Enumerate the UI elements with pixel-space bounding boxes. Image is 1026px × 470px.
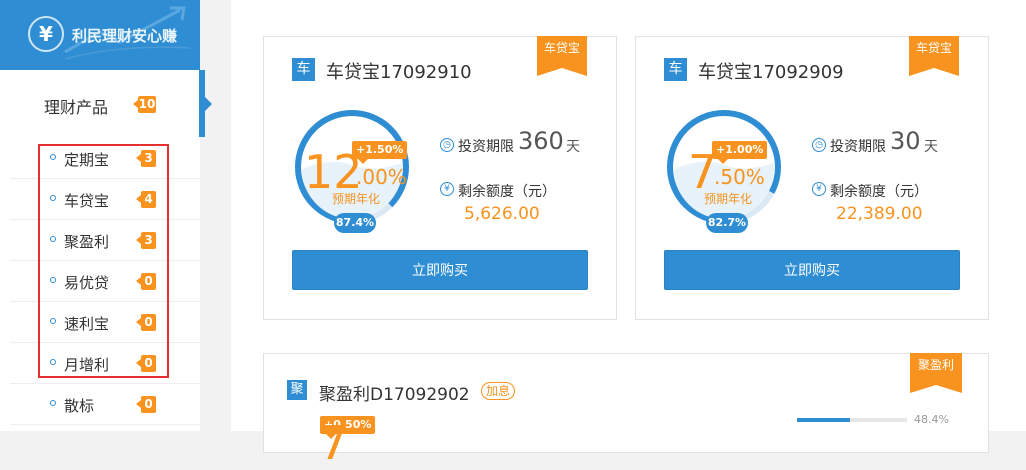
remaining-value: 22,389.00	[836, 204, 923, 224]
rate-integer: 7	[319, 416, 349, 470]
clock-icon: ◷	[812, 138, 826, 152]
term-value: 360	[518, 127, 564, 155]
clock-icon: ◷	[440, 138, 454, 152]
brand-logo[interactable]: ¥ 利民理财安心赚	[0, 0, 200, 70]
sidebar-item-label: 理财产品	[44, 98, 109, 117]
count-badge: 10	[133, 96, 156, 113]
bonus-rate-badge: +1.00%	[712, 141, 768, 164]
product-card: 聚盈利 聚 聚盈利D17092902 加息 +0.50% 7 48.4%	[263, 353, 989, 466]
product-card: 车贷宝 车 车贷宝17092910 12 .00% +1.50% 预期年化 87…	[263, 36, 617, 320]
term-value: 30	[890, 127, 921, 155]
term-label: 投资期限	[458, 139, 514, 155]
remaining-label: 剩余额度（元）	[830, 184, 928, 200]
term-unit: 天	[566, 139, 580, 155]
term-label: 投资期限	[830, 139, 886, 155]
yen-coin-icon: ¥	[812, 182, 826, 196]
progress-percent: 48.4%	[914, 413, 949, 426]
extra-interest-tag: 加息	[481, 382, 516, 400]
buy-button[interactable]: 立即购买	[664, 250, 960, 290]
product-title[interactable]: 车贷宝17092909	[698, 58, 844, 84]
count-badge: 0	[136, 396, 156, 413]
main-content: 车贷宝 车 车贷宝17092910 12 .00% +1.50% 预期年化 87…	[231, 0, 1026, 466]
buy-button[interactable]: 立即购买	[292, 250, 588, 290]
active-arrow-icon	[205, 97, 212, 111]
progress-percent: 87.4%	[334, 213, 376, 233]
yen-coin-icon: ¥	[440, 182, 454, 196]
rate-decimal: .00%	[356, 165, 407, 189]
product-card: 车贷宝 车 车贷宝17092909 7 .50% +1.00% 预期年化 82.…	[635, 36, 989, 320]
remaining-value: 5,626.00	[464, 204, 540, 224]
sidebar-item-products[interactable]: 理财产品 10	[10, 70, 212, 137]
term-unit: 天	[924, 139, 938, 155]
category-icon: 车	[292, 58, 315, 81]
category-ribbon: 聚盈利	[910, 353, 962, 393]
category-ribbon: 车贷宝	[537, 36, 587, 76]
highlight-annotation-box	[38, 144, 169, 378]
yen-icon: ¥	[28, 16, 64, 52]
rate-label: 预期年化	[704, 192, 753, 206]
category-ribbon: 车贷宝	[909, 36, 959, 76]
progress-bar-fill	[797, 418, 851, 422]
remaining-label: 剩余额度（元）	[458, 184, 556, 200]
rate-decimal: .50%	[714, 165, 765, 189]
category-icon: 聚	[287, 380, 307, 400]
sidebar-item-label: 散标	[64, 397, 95, 415]
brand-slogan: 利民理财安心赚	[72, 27, 178, 45]
product-title[interactable]: 车贷宝17092910	[326, 58, 472, 84]
bonus-rate-badge: +1.50%	[352, 141, 408, 164]
progress-bar	[797, 418, 907, 422]
progress-percent: 82.7%	[706, 213, 748, 233]
sidebar: ¥ 利民理财安心赚 理财产品 10 定期宝 3 车贷宝 4 聚盈利 3 易优贷 …	[0, 0, 212, 431]
product-title[interactable]: 聚盈利D17092902	[319, 380, 470, 405]
bullet-icon	[50, 400, 56, 406]
sidebar-item-sanbiao[interactable]: 散标 0	[10, 384, 200, 425]
rate-label: 预期年化	[332, 192, 381, 206]
category-icon: 车	[664, 58, 687, 81]
